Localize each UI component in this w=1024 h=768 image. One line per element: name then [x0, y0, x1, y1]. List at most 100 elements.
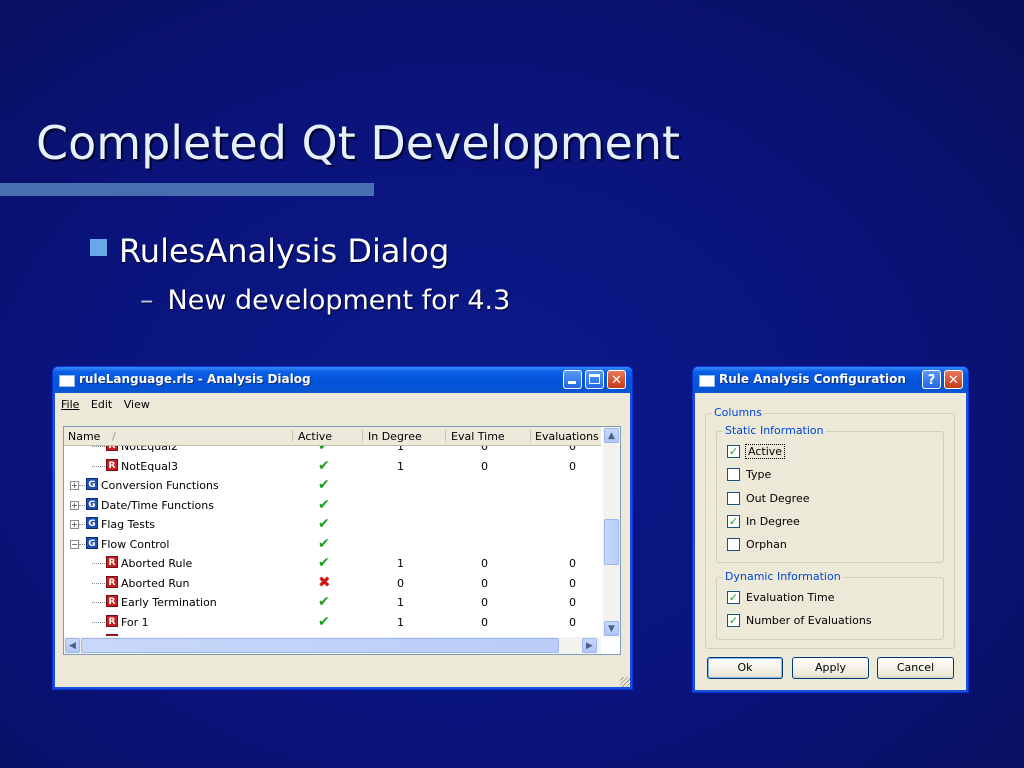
cell-in-degree: 0: [397, 576, 404, 590]
scroll-up-button[interactable]: ▲: [604, 428, 619, 443]
cell-in-degree: 1: [397, 446, 404, 453]
tree-row[interactable]: R Aborted Run ✖ 0 0 0: [64, 574, 601, 593]
row-name: If 1: [121, 635, 139, 636]
group-G-icon: G: [86, 497, 98, 510]
tree-connector: [92, 563, 105, 565]
expand-icon[interactable]: +: [70, 481, 79, 490]
bullet-item: RulesAnalysis Dialog: [90, 232, 449, 270]
sub-bullet-dash: –: [140, 285, 154, 316]
minimize-button[interactable]: [563, 370, 582, 389]
rules-tree-view[interactable]: Name / Active In Degree Eval Time Evalua…: [63, 426, 621, 655]
row-name: NotEqual2: [121, 446, 178, 453]
group-G-icon: G: [86, 536, 98, 549]
tree-body: R NotEqual2 ✔ 1 0 0 R NotEqual3 ✔ 1 0 0 + G Conversion…: [64, 446, 601, 636]
menu-file[interactable]: File: [56, 395, 83, 414]
row-name: Aborted Rule: [121, 557, 193, 570]
cell-eval-time: 0: [481, 446, 488, 453]
horizontal-scrollbar[interactable]: ◀ ▶: [64, 637, 601, 654]
checkbox-label: Number of Evaluations: [746, 614, 872, 628]
scroll-down-button[interactable]: ▼: [604, 621, 619, 636]
maximize-button[interactable]: [585, 370, 604, 389]
window-icon: [59, 375, 75, 387]
cell-eval-time: 0: [481, 557, 488, 570]
checkbox-label: Evaluation Time: [746, 591, 835, 604]
help-button[interactable]: ?: [922, 370, 941, 389]
row-name: Flow Control: [101, 537, 170, 551]
column-header-eval-time[interactable]: Eval Time: [451, 430, 505, 443]
checkbox[interactable]: ✓: [727, 445, 740, 458]
menu-edit[interactable]: Edit: [87, 395, 116, 414]
checkbox[interactable]: [727, 538, 740, 552]
scroll-left-button[interactable]: ◀: [65, 638, 80, 653]
green-check-icon: ✔: [318, 535, 330, 552]
horizontal-scroll-thumb[interactable]: [81, 638, 559, 653]
rule-R-icon: R: [106, 556, 118, 568]
scroll-thumb[interactable]: [604, 519, 619, 565]
checkbox[interactable]: ✓: [727, 614, 740, 628]
dynamic-info-label: Dynamic Information: [723, 570, 843, 583]
cell-evaluations: 0: [569, 459, 576, 473]
tree-row[interactable]: R For 1 ✔ 1 0 0: [64, 613, 601, 632]
sub-bullet-item: – New development for 4.3: [140, 285, 510, 316]
config-dialog-window: Rule Analysis Configuration ? ✕ Columns …: [692, 366, 969, 693]
cell-evaluations: 0: [569, 635, 576, 636]
cell-eval-time: 0: [481, 615, 488, 629]
cell-evaluations: 0: [569, 557, 576, 570]
apply-button[interactable]: Apply: [792, 657, 869, 679]
row-name: Date/Time Functions: [101, 498, 214, 512]
green-check-icon: ✔: [318, 555, 330, 571]
checkbox-label: Orphan: [746, 538, 787, 552]
green-check-icon: ✔: [318, 613, 330, 630]
collapse-icon[interactable]: −: [70, 539, 79, 549]
tree-row[interactable]: R Aborted Rule ✔ 1 0 0: [64, 554, 601, 573]
column-header-in-degree[interactable]: In Degree: [368, 430, 422, 443]
tree-row[interactable]: R NotEqual3 ✔ 1 0 0: [64, 457, 601, 476]
cell-eval-time: 0: [481, 576, 488, 590]
sub-bullet-text: New development for 4.3: [167, 285, 511, 316]
checkbox[interactable]: ✓: [727, 514, 740, 528]
cancel-button[interactable]: Cancel: [877, 657, 954, 679]
checkbox[interactable]: [727, 468, 740, 482]
tree-row[interactable]: R Early Termination ✔ 1 0 0: [64, 593, 601, 612]
group-G-icon: G: [86, 478, 98, 490]
cell-in-degree: 1: [397, 459, 404, 473]
cell-evaluations: 0: [569, 615, 576, 629]
tree-row[interactable]: − G Flow Control ✔: [64, 535, 601, 554]
resize-grip[interactable]: [620, 677, 630, 687]
row-name: For 1: [121, 615, 149, 629]
scroll-right-button[interactable]: ▶: [582, 638, 597, 653]
analysis-dialog-titlebar[interactable]: ruleLanguage.rls - Analysis Dialog ✕: [53, 367, 632, 393]
tree-connector: [79, 524, 85, 526]
expand-icon[interactable]: +: [70, 500, 79, 510]
cell-evaluations: 0: [569, 596, 576, 609]
menu-view[interactable]: View: [120, 395, 154, 414]
checkbox[interactable]: ✓: [727, 591, 740, 604]
close-button[interactable]: ✕: [944, 370, 963, 389]
rule-R-icon: R: [106, 458, 118, 471]
title-underline: [0, 183, 374, 196]
static-info-group: Static Information ✓ Active Type Out Degree…: [716, 424, 944, 563]
column-header-active[interactable]: Active: [298, 430, 332, 443]
group-G-icon: G: [86, 517, 98, 529]
tree-row[interactable]: RIf 1 ✔ 1 0 0: [64, 632, 601, 636]
vertical-scrollbar[interactable]: ▲ ▼: [603, 427, 620, 637]
config-dialog-titlebar[interactable]: Rule Analysis Configuration ? ✕: [693, 367, 968, 393]
tree-connector: [92, 446, 105, 448]
tree-header: Name / Active In Degree Eval Time Evalua…: [64, 427, 601, 446]
green-check-icon: ✔: [318, 457, 330, 474]
tree-row[interactable]: + G Date/Time Functions ✔: [64, 496, 601, 515]
window-icon: [699, 375, 715, 387]
dynamic-info-group: Dynamic Information ✓ Evaluation Time ✓ Num…: [716, 570, 944, 640]
tree-row[interactable]: + G Flag Tests ✔: [64, 515, 601, 534]
checkbox-label: Active: [744, 444, 786, 459]
checkbox[interactable]: [727, 491, 740, 505]
column-header-evaluations[interactable]: Evaluations: [535, 430, 599, 443]
tree-row[interactable]: R NotEqual2 ✔ 1 0 0: [64, 446, 601, 456]
ok-button[interactable]: Ok: [707, 657, 783, 679]
checkbox-label: Type: [746, 468, 772, 482]
cell-in-degree: 1: [397, 615, 404, 629]
close-button[interactable]: ✕: [607, 370, 626, 389]
expand-icon[interactable]: +: [70, 520, 79, 529]
tree-row[interactable]: + G Conversion Functions ✔: [64, 476, 601, 495]
column-header-name[interactable]: Name: [68, 430, 100, 443]
